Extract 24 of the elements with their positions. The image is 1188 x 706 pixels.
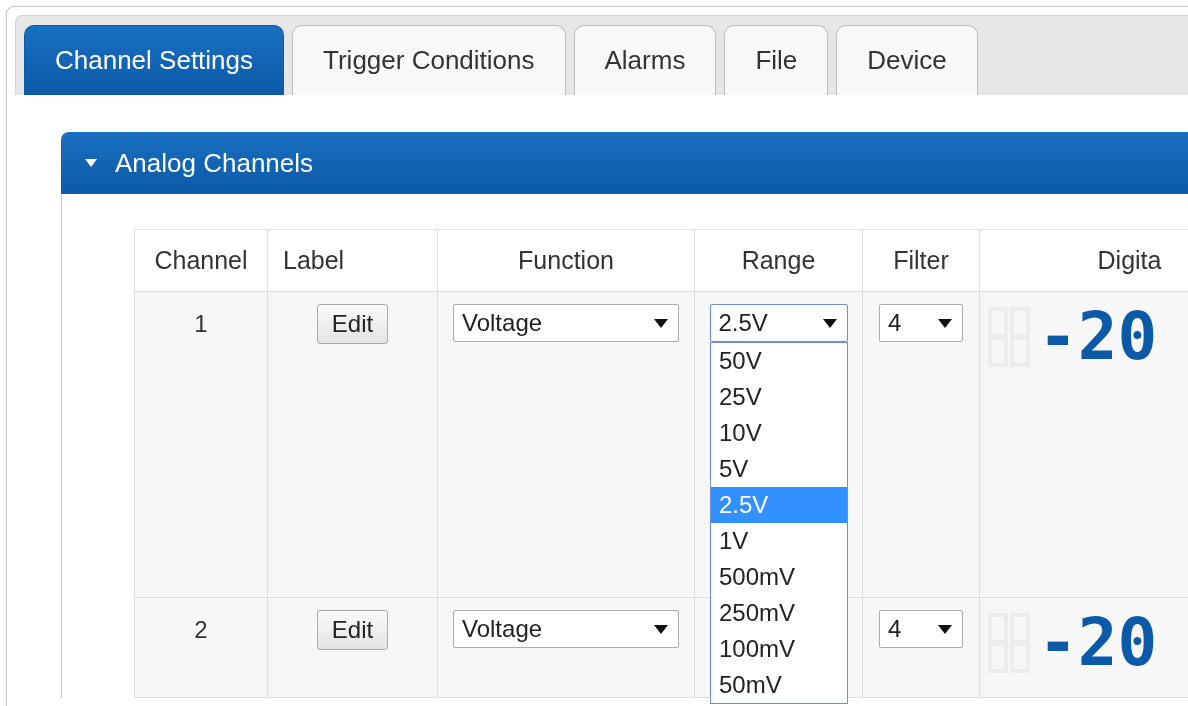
caret-icon [654, 318, 668, 328]
panel-title: Analog Channels [115, 147, 314, 179]
tab[interactable]: Device [836, 25, 978, 95]
caret-icon [654, 624, 668, 634]
caret-icon [822, 318, 837, 328]
caret-icon [85, 159, 97, 167]
tab[interactable]: Channel Settings [24, 25, 285, 95]
panel-header[interactable]: Analog Channels [61, 132, 1188, 194]
filter-select[interactable]: 4 [879, 304, 963, 342]
channel-number: 1 [194, 310, 208, 338]
edit-button[interactable]: Edit [316, 304, 389, 344]
function-select[interactable]: Voltage [453, 304, 679, 342]
filter-select[interactable]: 4 [879, 610, 963, 648]
caret-icon [938, 318, 952, 328]
function-select[interactable]: Voltage [453, 610, 679, 648]
caret-icon [938, 624, 952, 634]
digital-reading: -20 [1038, 304, 1158, 370]
tab[interactable]: Trigger Conditions [292, 25, 566, 95]
edit-button[interactable]: Edit [316, 610, 389, 650]
tab[interactable]: File [724, 25, 829, 95]
range-select[interactable]: 2.5V [709, 304, 848, 342]
digital-reading: -20 [1038, 610, 1158, 676]
tab[interactable]: Alarms [573, 25, 717, 95]
channel-number: 2 [194, 616, 208, 644]
